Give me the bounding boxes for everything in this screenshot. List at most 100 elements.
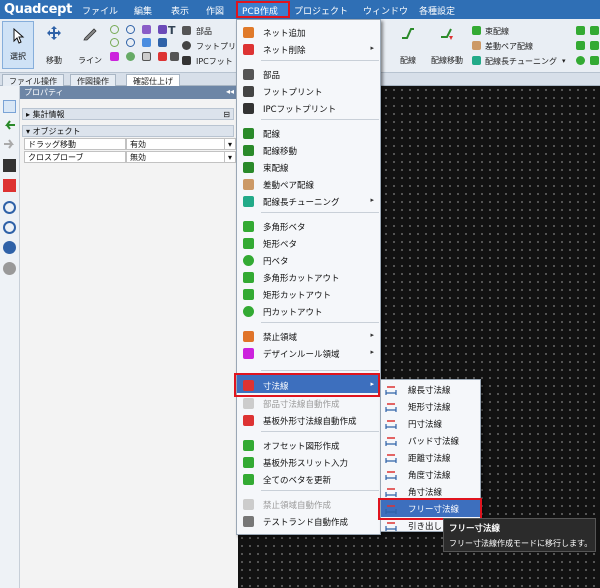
route-button[interactable]: 配線 — [394, 25, 422, 65]
cutout-3-ribbon-icon[interactable] — [590, 56, 599, 65]
menu-item-refresh-fill[interactable]: 全てのベタを更新 — [237, 471, 380, 488]
menu-item-label: 部品寸法線自動作成 — [263, 400, 340, 410]
menu-item-test-land[interactable]: テストランド自動作成 — [237, 513, 380, 530]
menu-item-ipc-footprint[interactable]: IPCフットプリント — [237, 100, 380, 117]
menu-item-length-tune[interactable]: 配線長チューニング ▸ — [237, 193, 380, 210]
menu-item-route[interactable]: 配線 — [237, 125, 380, 142]
shape-icon[interactable] — [110, 52, 119, 61]
prop-value-crossprobe[interactable]: 無効 — [126, 151, 236, 163]
menu-item-footprint[interactable]: フットプリント — [237, 83, 380, 100]
circle-outline-icon[interactable] — [126, 25, 135, 34]
square-2-icon[interactable] — [158, 38, 167, 47]
menu-item-polygon-fill[interactable]: 多角形ベタ — [237, 218, 380, 235]
pointer-tool-icon[interactable] — [3, 100, 16, 113]
move-button[interactable]: 移動 — [40, 25, 68, 65]
pad-dim-icon — [385, 435, 397, 446]
submenu-item-distance-dim[interactable]: 距離寸法線 — [381, 449, 480, 466]
menu-item-rect-cutout[interactable]: 矩形カットアウト — [237, 286, 380, 303]
submenu-item-circle-dim[interactable]: 円寸法線 — [381, 415, 480, 432]
dropdown-arrow-icon[interactable]: ▾ — [224, 151, 236, 163]
menu-separator — [261, 370, 379, 371]
submenu-item-label: 線長寸法線 — [408, 386, 451, 396]
footprint-small-label[interactable]: フットプリ — [196, 41, 236, 52]
menu-item-offset-shape[interactable]: オフセット図形作成 — [237, 437, 380, 454]
menu-item-auto-board-dimension[interactable]: 基板外形寸法線自動作成 — [237, 412, 380, 429]
rectangle-icon[interactable] — [142, 52, 151, 61]
menu-project[interactable]: プロジェクト — [294, 4, 348, 17]
menu-pcb[interactable]: PCB作成 — [242, 4, 278, 17]
polygon-fill-ribbon-icon[interactable] — [576, 26, 585, 35]
select-button[interactable]: 選択 — [2, 21, 34, 69]
dropdown-arrow-icon[interactable]: ▾ — [224, 138, 236, 150]
menu-item-net-add[interactable]: ネット追加 — [237, 24, 380, 41]
menu-item-rect-fill[interactable]: 矩形ベタ — [237, 235, 380, 252]
zoom-out-icon[interactable] — [3, 221, 16, 234]
gear-disabled-icon[interactable] — [3, 262, 16, 275]
menu-window[interactable]: ウィンドウ — [363, 4, 408, 17]
ipc-small-label[interactable]: IPCフット — [196, 56, 233, 67]
menu-item-polygon-cutout[interactable]: 多角形カットアウト — [237, 269, 380, 286]
menu-item-bundle-route[interactable]: 束配線 — [237, 159, 380, 176]
route-move-button[interactable]: 配線移動 — [428, 25, 466, 65]
zoom-in-icon[interactable] — [3, 201, 16, 214]
menu-item-part[interactable]: 部品 — [237, 66, 380, 83]
back-arrow-icon[interactable] — [3, 119, 16, 132]
submenu-item-length-dim[interactable]: 線長寸法線 — [381, 381, 480, 398]
forward-arrow-icon[interactable] — [3, 138, 16, 151]
image-icon[interactable] — [158, 52, 167, 61]
cutout-ribbon-icon[interactable] — [590, 26, 599, 35]
rect-fill-ribbon-icon[interactable] — [576, 41, 585, 50]
arc-icon[interactable] — [110, 25, 119, 34]
menu-edit[interactable]: 編集 — [134, 4, 152, 17]
net-add-icon — [243, 27, 254, 38]
menu-item-diff-pair[interactable]: 差動ペア配線 — [237, 176, 380, 193]
table-icon[interactable] — [170, 52, 179, 61]
bundle-ribbon-label[interactable]: 束配線 — [485, 26, 509, 37]
menu-file[interactable]: ファイル — [82, 4, 118, 17]
grid-icon[interactable] — [3, 179, 16, 192]
footprint-icon — [243, 86, 254, 97]
filled-circle-icon[interactable] — [126, 52, 135, 61]
menu-item-circle-fill[interactable]: 円ベタ — [237, 252, 380, 269]
submenu-item-pad-dim[interactable]: パッド寸法線 — [381, 432, 480, 449]
menu-item-design-rule[interactable]: デザインルール領域 ▸ — [237, 345, 380, 362]
menu-item-circle-cutout[interactable]: 円カットアウト — [237, 303, 380, 320]
menu-item-net-delete[interactable]: ネット削除 ▸ — [237, 41, 380, 58]
section-object[interactable]: ▾ オブジェクト — [22, 125, 234, 137]
prop-value-drag[interactable]: 有効 — [126, 138, 236, 150]
panel-title-text: プロパティ — [24, 88, 64, 97]
tab-finish[interactable]: 確認仕上げ — [126, 74, 180, 86]
submenu-item-rect-dim[interactable]: 矩形寸法線 — [381, 398, 480, 415]
settings-gear-icon[interactable] — [3, 241, 16, 254]
length-tune-dropdown-icon[interactable]: ▾ — [562, 57, 566, 65]
circle-outline-2-icon[interactable] — [126, 38, 135, 47]
menu-settings[interactable]: 各種設定 — [419, 4, 455, 17]
menu-draw[interactable]: 作図 — [206, 4, 224, 17]
polygon-icon[interactable] — [142, 38, 151, 47]
section-summary[interactable]: ▸ 集計情報 ⊟ — [22, 108, 234, 120]
menu-item-route-move[interactable]: 配線移動 — [237, 142, 380, 159]
cube-icon[interactable] — [142, 25, 151, 34]
menu-item-keepout[interactable]: 禁止領域 ▸ — [237, 328, 380, 345]
circle-icon[interactable] — [110, 38, 119, 47]
menu-view[interactable]: 表示 — [171, 4, 189, 17]
diff-pair-icon — [243, 179, 254, 190]
ipc-small-icon — [182, 56, 191, 65]
cutout-2-ribbon-icon[interactable] — [590, 41, 599, 50]
panel-pin-icon[interactable]: ◂◂ — [226, 87, 234, 96]
free-dimension-highlight-box — [378, 498, 482, 520]
part-small-label[interactable]: 部品 — [196, 26, 212, 37]
circle-fill-ribbon-icon[interactable] — [576, 56, 585, 65]
square-icon[interactable] — [158, 25, 167, 34]
text-t-icon[interactable]: T — [168, 24, 176, 37]
diff-pair-ribbon-label[interactable]: 差動ペア配線 — [485, 41, 533, 52]
line-button[interactable]: ライン — [76, 25, 104, 65]
tab-draw-ops[interactable]: 作図操作 — [70, 74, 116, 86]
length-dim-icon — [385, 384, 397, 395]
submenu-item-angle-dim[interactable]: 角度寸法線 — [381, 466, 480, 483]
tab-file-ops[interactable]: ファイル操作 — [2, 74, 64, 86]
summary-close-icon[interactable]: ⊟ — [223, 109, 230, 120]
menu-item-board-slit[interactable]: 基板外形スリット入力 — [237, 454, 380, 471]
length-tune-ribbon-label[interactable]: 配線長チューニング — [485, 56, 557, 67]
save-icon[interactable] — [3, 159, 16, 172]
